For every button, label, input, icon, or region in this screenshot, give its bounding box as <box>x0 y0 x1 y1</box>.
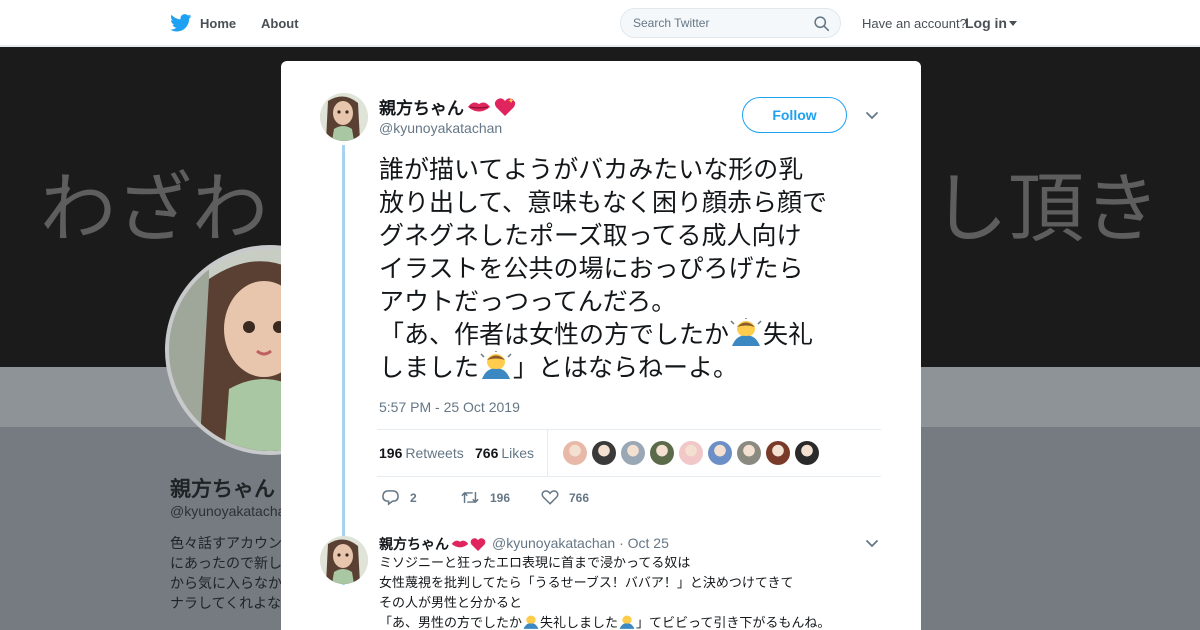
have-account-text: Have an account? <box>862 16 967 31</box>
reply-icon <box>382 490 399 506</box>
tweet-line: 「あ、作者は女性の方でしたか <box>379 320 730 349</box>
close-icon[interactable] <box>1155 13 1177 35</box>
nav-home-label: Home <box>200 15 237 31</box>
tweet-line: 誰が描いてようがバカみたいな形の乳 <box>379 155 804 184</box>
search-box[interactable] <box>620 8 841 38</box>
liker-avatar[interactable] <box>737 441 761 465</box>
tweet-line: しました <box>379 353 480 382</box>
liker-avatar[interactable] <box>708 441 732 465</box>
reply-action[interactable]: 2 <box>381 489 417 506</box>
likes-label: Likes <box>501 445 535 461</box>
reply-count: 2 <box>410 490 417 505</box>
retweets-stat[interactable]: 196 Retweets <box>379 445 464 461</box>
man-bowing-icon <box>619 615 635 629</box>
like-action[interactable]: 766 <box>541 489 589 506</box>
thread-line <box>342 145 345 585</box>
liker-avatar[interactable] <box>795 441 819 465</box>
nav-about-link[interactable]: About <box>261 16 299 31</box>
tweet-line: アウトだっつってんだろ。 <box>379 287 677 316</box>
tweet-line: イラストを公共の場におっぴろげたら <box>379 254 804 283</box>
author-name-text: 親方ちゃん <box>379 99 464 118</box>
liker-avatar[interactable] <box>592 441 616 465</box>
tweet-line: 」とはならねーよ。 <box>513 353 739 382</box>
reply-author-avatar[interactable] <box>320 536 368 584</box>
reply-line: その人が男性と分かると <box>379 596 523 611</box>
liker-avatar[interactable] <box>766 441 790 465</box>
author-handle[interactable]: @kyunoyakatachan <box>379 120 502 136</box>
author-avatar[interactable] <box>320 93 368 141</box>
reply-author-name[interactable]: 親方ちゃん <box>379 534 486 554</box>
bio-line: ナラしてくれよな <box>170 595 282 611</box>
tweet-line: グネグネしたポーズ取ってる成人向け <box>379 221 802 250</box>
bio-line: から気に入らなか <box>170 575 282 591</box>
reply-author-name-text: 親方ちゃん <box>379 536 449 552</box>
tweet-line: 放り出して、意味もなく困り顔赤ら顔で <box>379 188 828 217</box>
reply-author-handle[interactable]: @kyunoyakatachan <box>492 535 615 551</box>
stats-divider <box>547 430 548 476</box>
profile-name: 親方ちゃん <box>170 478 275 501</box>
tweet-modal: 親方ちゃん @kyunoyakatachan Follow 誰が描いてようがバカ… <box>281 61 921 630</box>
heart-icon <box>541 490 559 505</box>
retweets-count: 196 <box>379 445 403 461</box>
top-nav-bar: Home About Have an account? Log in <box>0 0 1200 46</box>
tweet-actions: 2 196 766 <box>381 489 781 509</box>
man-bowing-icon <box>480 351 512 379</box>
tweet-line-wrapper: 「あ、作者は女性の方でしたか 失礼 <box>379 318 899 351</box>
meta-separator: · <box>619 535 624 551</box>
twitter-bird-icon <box>170 14 192 32</box>
bio-line: 色々話すアカウン <box>170 535 282 551</box>
search-icon[interactable] <box>813 15 830 32</box>
man-bowing-icon <box>523 615 539 629</box>
reply-line: ミソジニーと狂ったエロ表現に首まで浸かってる奴は <box>379 556 691 571</box>
sparkling-heart-icon <box>494 97 516 117</box>
banner-text-left: わざわ <box>40 164 268 253</box>
profile-bio: 色々話すアカウン にあったので新し から気に入らなか ナラしてくれよな <box>170 533 285 613</box>
reply-meta: @kyunoyakatachan · Oct 25 <box>492 535 669 551</box>
nav-home-link[interactable]: Home <box>170 14 236 32</box>
login-label: Log in <box>965 15 1007 31</box>
bio-line: にあったので新し <box>170 555 282 571</box>
tweet-timestamp[interactable]: 5:57 PM - 25 Oct 2019 <box>379 399 520 415</box>
liker-avatar[interactable] <box>621 441 645 465</box>
reply-date[interactable]: Oct 25 <box>628 535 669 551</box>
liker-avatar[interactable] <box>679 441 703 465</box>
lips-icon <box>467 99 491 115</box>
man-bowing-icon <box>730 318 762 346</box>
like-count: 766 <box>569 490 590 505</box>
retweet-action[interactable]: 196 <box>460 489 510 506</box>
reply-line-wrapper: 「あ、男性の方でしたか 失礼しました 」てビビって引き下がるもんね。 <box>379 614 879 630</box>
profile-handle: @kyunoyakatachan <box>170 503 294 519</box>
retweet-count: 196 <box>490 490 511 505</box>
liker-avatar[interactable] <box>650 441 674 465</box>
search-input[interactable] <box>633 16 803 30</box>
login-dropdown[interactable]: Log in <box>965 15 1017 31</box>
tweet-stats: 196 Retweets 766 Likes <box>377 429 881 477</box>
follow-button[interactable]: Follow <box>742 97 847 133</box>
caret-down-icon <box>1009 21 1017 26</box>
sparkling-heart-icon <box>470 537 486 551</box>
reply-line: 女性蔑視を批判してたら「うるせーブス！ババア！」と決めつけてきて <box>379 576 794 591</box>
reply-text: ミソジニーと狂ったエロ表現に首まで浸かってる奴は 女性蔑視を批判してたら「うるせ… <box>379 554 879 630</box>
reply-line: 失礼しました <box>540 616 619 630</box>
likes-count: 766 <box>475 445 499 461</box>
avatar-illustration <box>320 93 368 141</box>
author-name[interactable]: 親方ちゃん <box>379 94 516 119</box>
tweet-line: 失礼 <box>763 320 814 349</box>
liker-avatars <box>563 441 824 465</box>
likes-stat[interactable]: 766 Likes <box>475 445 534 461</box>
lips-icon <box>451 540 469 548</box>
chevron-down-icon[interactable] <box>864 535 880 551</box>
tweet-line-wrapper: しました 」とはならねーよ。 <box>379 351 899 384</box>
tweet-text: 誰が描いてようがバカみたいな形の乳 放り出して、意味もなく困り顔赤ら顔で グネグ… <box>379 153 899 384</box>
reply-line: 」てビビって引き下がるもんね。 <box>636 616 831 630</box>
liker-avatar[interactable] <box>563 441 587 465</box>
banner-text-right: し頂き <box>932 164 1160 253</box>
avatar-illustration <box>320 536 368 584</box>
reply-line: 「あ、男性の方でしたか <box>379 616 523 630</box>
retweets-label: Retweets <box>405 445 464 461</box>
retweet-icon <box>461 491 479 504</box>
chevron-down-icon[interactable] <box>864 107 880 123</box>
